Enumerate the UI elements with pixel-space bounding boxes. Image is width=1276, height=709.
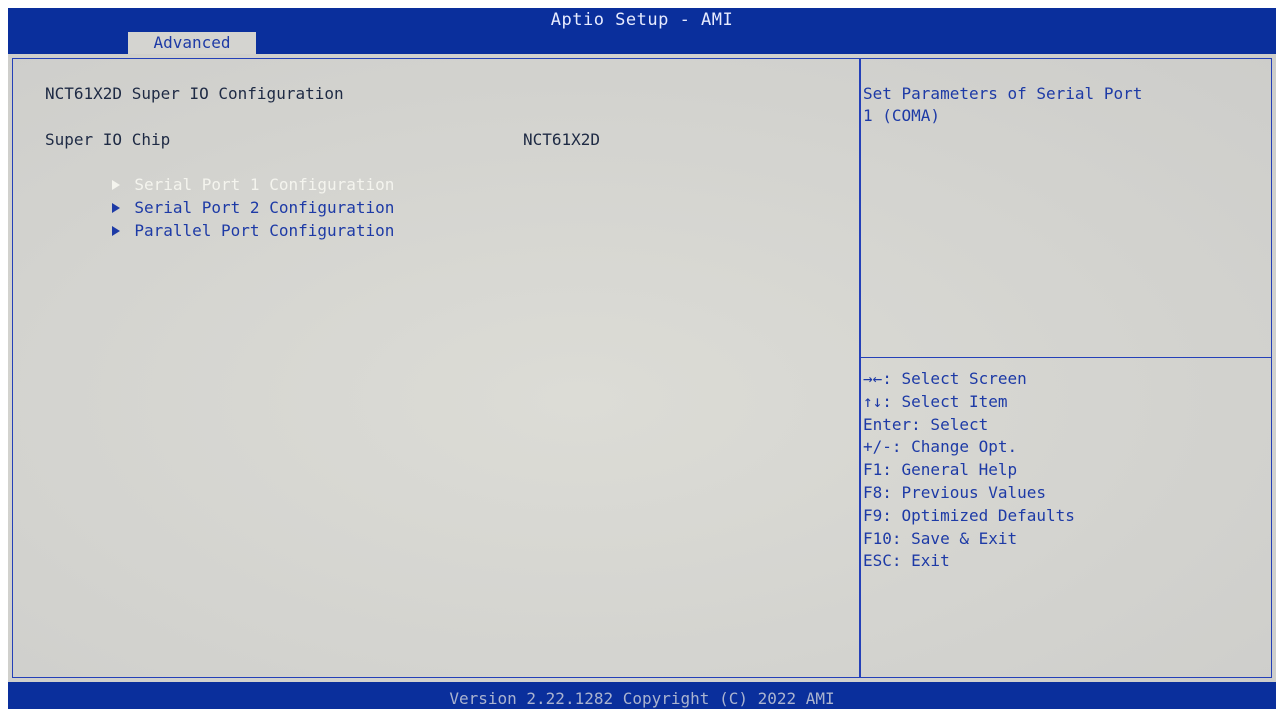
key-hint-previous-values: F8: Previous Values [863,483,1047,502]
tab-advanced[interactable]: Advanced [128,32,256,54]
help-divider [861,357,1271,358]
menu-item-parallel-port[interactable]: Parallel Port Configuration [13,198,394,240]
menu-item-label: Parallel Port Configuration [134,221,395,240]
key-hint-general-help: F1: General Help [863,460,1018,480]
help-description-line-2: 1 (COMA) [863,106,941,125]
menu-item-serial-port-2[interactable]: Serial Port 2 Configuration [13,175,394,217]
app-title: Aptio Setup - AMI [550,10,734,30]
help-pane: Set Parameters of Serial Port 1 (COMA) →… [861,59,1271,677]
super-io-chip-label: Super IO Chip [45,130,171,149]
submenu-arrow-icon [112,226,121,236]
key-hint-optimized-defaults: F9: Optimized Defaults [863,505,1075,525]
version-footer: Version 2.22.1282 Copyright (C) 2022 AMI [8,688,1276,709]
key-hint-select-item: ↑↓: Select Item [863,391,1008,411]
page-title: NCT61X2D Super IO Configuration [45,84,344,103]
key-hint-save-exit: F10: Save & Exit [863,528,1018,548]
help-description-line-1: Set Parameters of Serial Port [863,84,1143,103]
key-hint-select-screen: →←: Select Screen [863,369,1027,388]
main-pane: NCT61X2D Super IO Configuration Super IO… [13,59,859,677]
key-hint-change-opt: +/-: Change Opt. [863,437,1018,457]
content-area: NCT61X2D Super IO Configuration Super IO… [8,54,1276,682]
bios-screen: Aptio Setup - AMI Advanced NCT61X2D Supe… [8,8,1276,709]
super-io-chip-value: NCT61X2D [523,130,601,149]
key-hint-enter: Enter: Select [863,414,989,434]
content-frame: NCT61X2D Super IO Configuration Super IO… [12,58,1272,678]
key-hint-exit: ESC: Exit [863,551,950,571]
menu-item-serial-port-1[interactable]: Serial Port 1 Configuration [13,152,394,194]
title-bar: Aptio Setup - AMI Advanced [8,8,1276,54]
